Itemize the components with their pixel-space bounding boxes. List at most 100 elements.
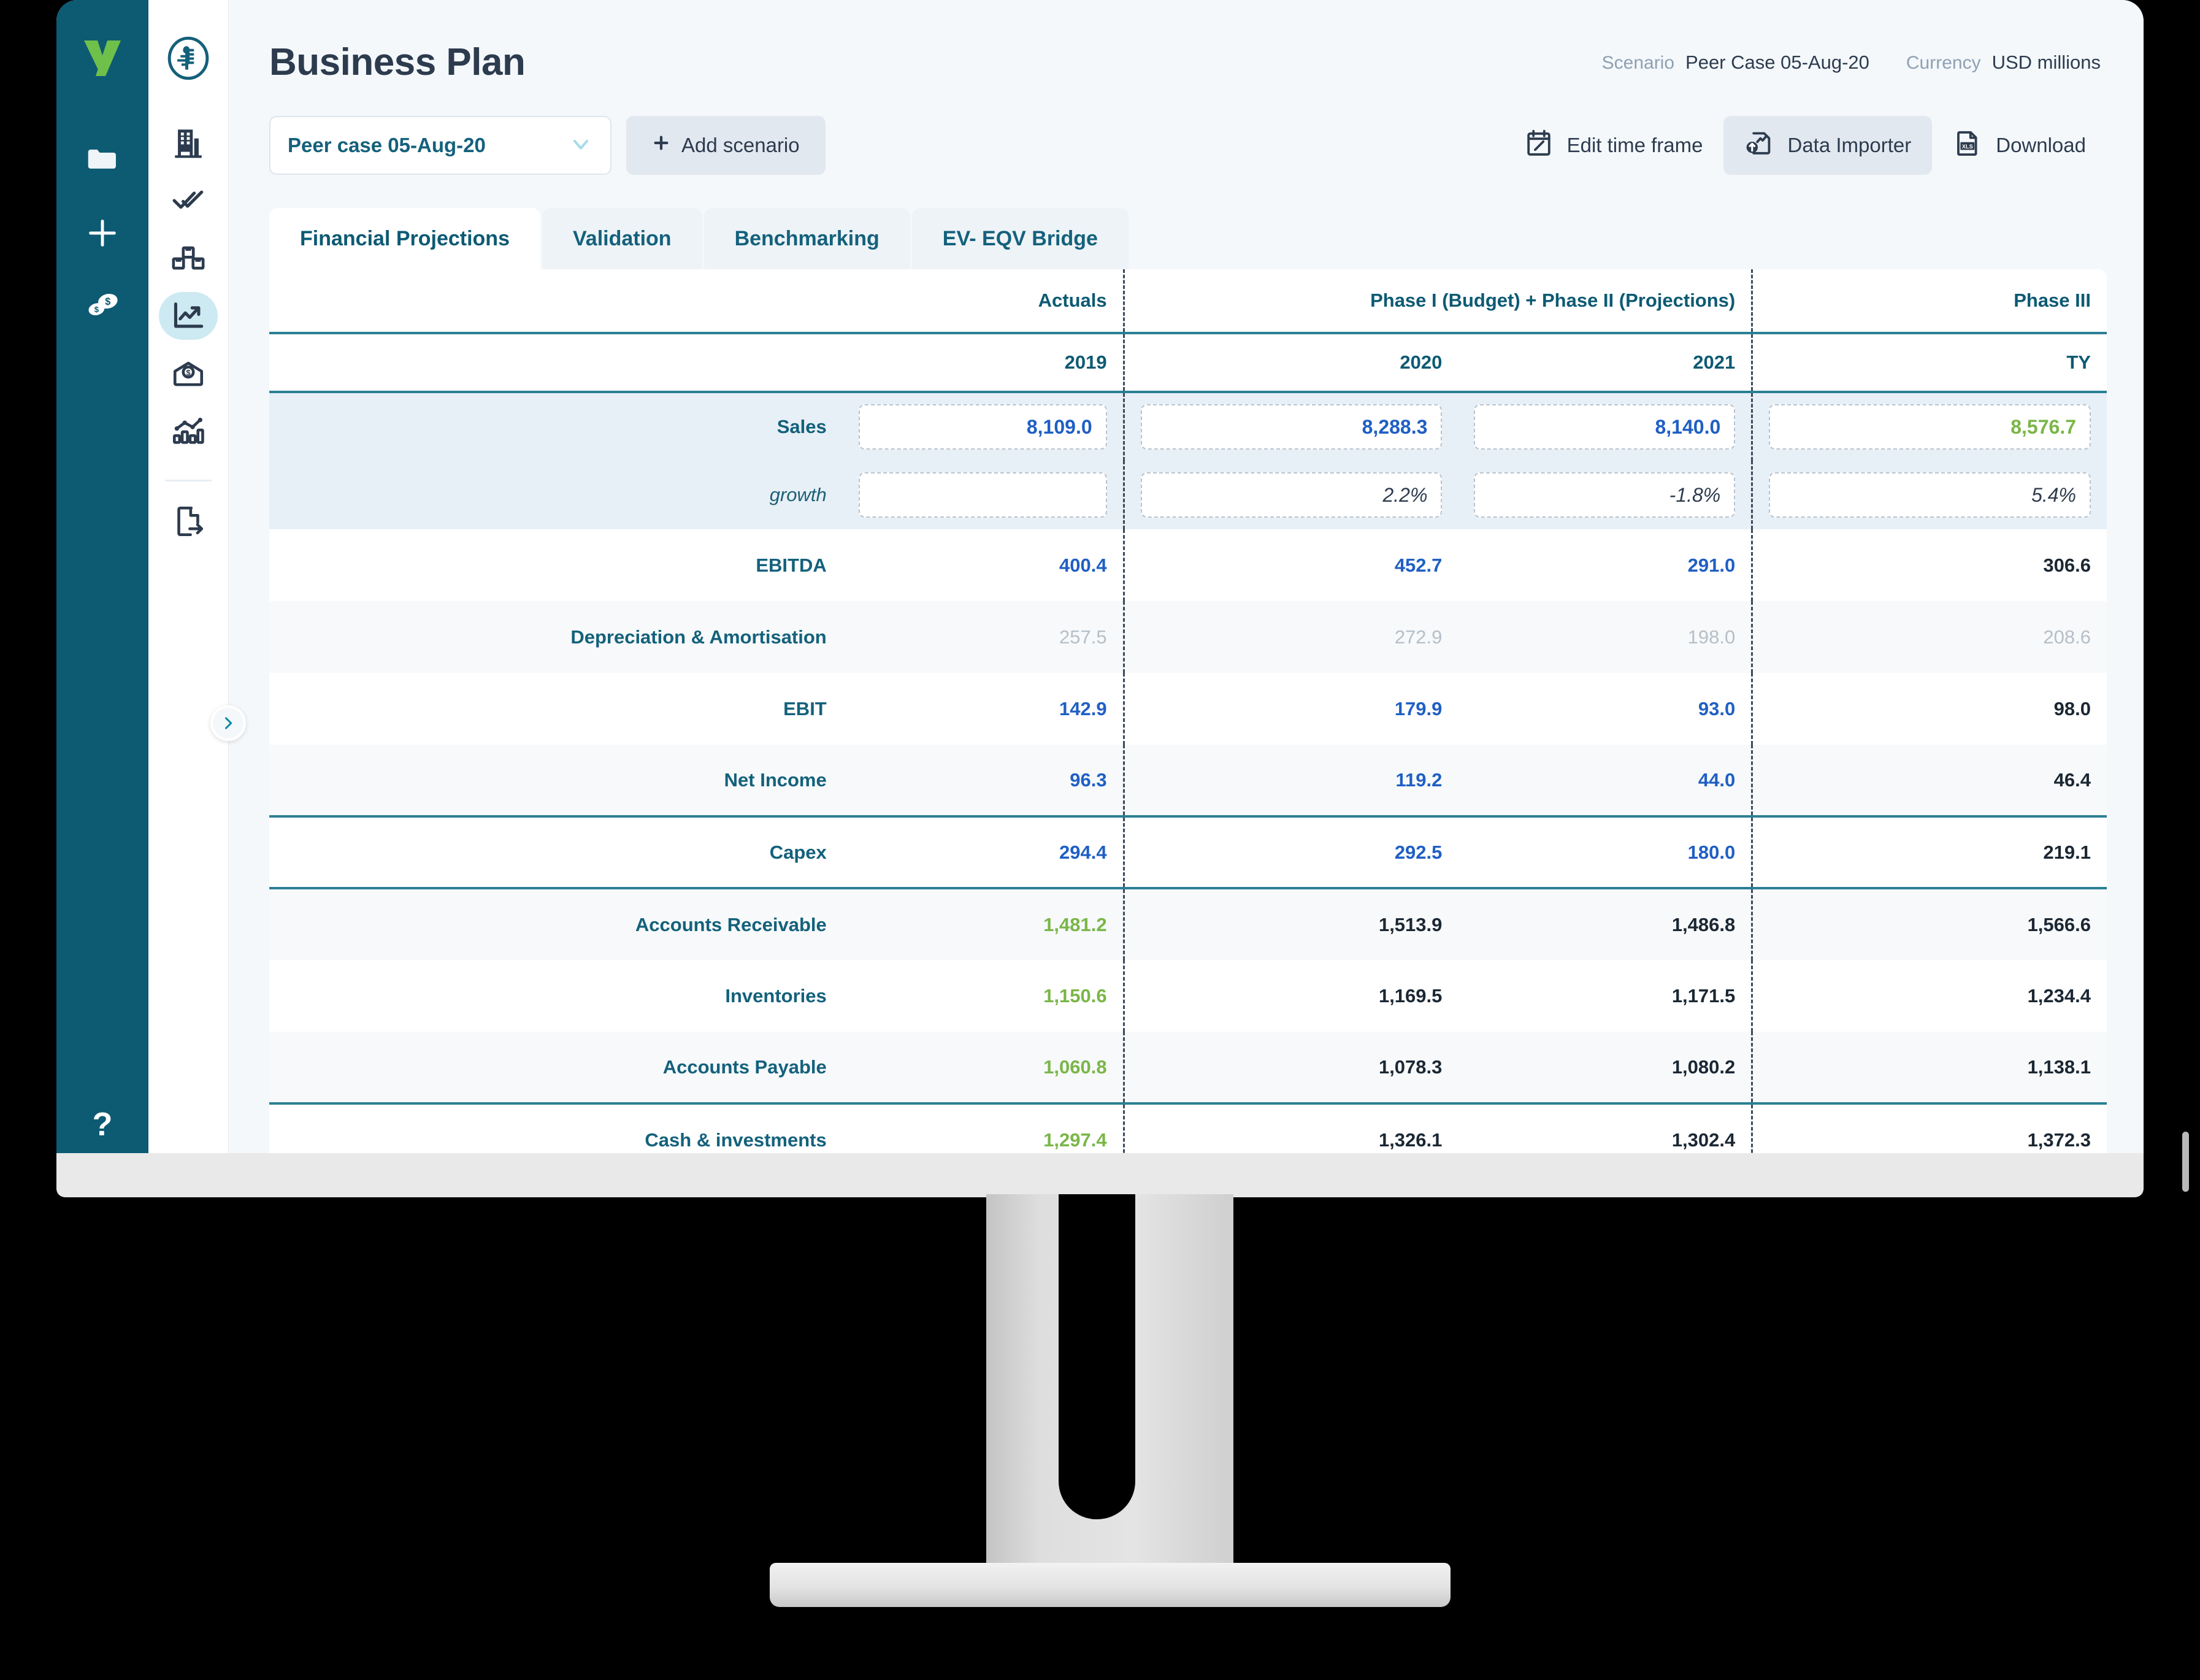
- table-row: Accounts Receivable 1,481.2 1,513.9 1,486.8…: [269, 887, 2107, 960]
- scenario-select[interactable]: Peer case 05-Aug-20: [269, 116, 611, 175]
- help-icon: ?: [92, 1106, 113, 1143]
- cell-input[interactable]: 8,109.0: [858, 404, 1107, 450]
- sidebar-item-building[interactable]: [159, 119, 218, 167]
- cell-input[interactable]: 2.2%: [1140, 472, 1443, 518]
- table-cell[interactable]: 5.4%: [1751, 461, 2107, 529]
- table-row: Net Income 96.3 119.2 44.0 46.4: [269, 745, 2107, 816]
- row-label: EBITDA: [756, 554, 827, 576]
- edit-time-frame-button[interactable]: Edit time frame: [1503, 116, 1724, 175]
- sidebar-item-financial-projections[interactable]: [159, 292, 218, 340]
- table-cell: 292.5: [1122, 815, 1458, 888]
- row-label: Capex: [269, 815, 843, 888]
- cell-value: 1,171.5: [1671, 984, 1736, 1007]
- table-row: Sales 8,109.0 8,288.3 8,140.0 8,576.7: [269, 392, 2107, 461]
- cell-value: 198.0: [1687, 626, 1736, 648]
- tab-financial-projections[interactable]: Financial Projections: [269, 208, 540, 269]
- add-scenario-button[interactable]: Add scenario: [626, 116, 826, 175]
- tab-ev-eqv-bridge[interactable]: EV- EQV Bridge: [911, 208, 1129, 269]
- table-cell[interactable]: 8,576.7: [1751, 392, 2107, 461]
- secondary-sidebar: $: [148, 0, 246, 1153]
- table-cell: 1,566.6: [1751, 887, 2107, 960]
- row-label: Cash & investments: [269, 1102, 843, 1153]
- table-cell: 98.0: [1751, 673, 2107, 745]
- double-check-icon: [172, 190, 204, 209]
- monitor-stand-base: [770, 1563, 1451, 1607]
- tab-bar: Financial Projections Validation Benchma…: [269, 208, 2107, 269]
- edit-time-frame-label: Edit time frame: [1566, 134, 1703, 156]
- sidebar-item-cash[interactable]: $: [159, 350, 218, 397]
- cell-input[interactable]: 8,140.0: [1474, 404, 1736, 450]
- sidebar-item-validation[interactable]: [159, 177, 218, 224]
- cell-value: 1,080.2: [1671, 1056, 1736, 1078]
- table-cell[interactable]: 2.2%: [1122, 461, 1458, 529]
- table-cell: 306.6: [1751, 529, 2107, 601]
- sidebar-item-benchmarking[interactable]: [159, 407, 218, 455]
- table-cell: 1,234.4: [1751, 960, 2107, 1032]
- chevron-right-icon: [224, 717, 232, 729]
- cell-value: 1,297.4: [1043, 1129, 1107, 1151]
- table-cell: 142.9: [843, 673, 1124, 745]
- cell-value: 1,372.3: [2027, 1129, 2091, 1151]
- logo-v[interactable]: [71, 26, 134, 90]
- export-document-icon: [177, 506, 204, 537]
- table-cell[interactable]: 8,140.0: [1458, 392, 1752, 461]
- table-cell: 180.0: [1458, 815, 1752, 888]
- cell-input[interactable]: 8,576.7: [1769, 404, 2091, 450]
- table-cell: 1,138.1: [1751, 1032, 2107, 1103]
- cell-input[interactable]: [858, 472, 1107, 518]
- cell-value: 219.1: [2043, 841, 2091, 863]
- table-cell: 1,513.9: [1122, 887, 1458, 960]
- cell-input[interactable]: 5.4%: [1769, 472, 2091, 518]
- cell-value: 1,150.6: [1043, 984, 1107, 1007]
- cell-value: 291.0: [1687, 554, 1736, 576]
- table-cell: 93.0: [1458, 673, 1752, 745]
- financial-table-container: Actuals Phase I (Budget) + Phase II (Pro…: [269, 269, 2107, 1153]
- table-cell: 1,169.5: [1122, 960, 1458, 1032]
- row-label: Depreciation & Amortisation: [269, 601, 843, 673]
- cell-value: 46.4: [2053, 769, 2091, 791]
- table-cell: 1,060.8: [842, 1032, 1124, 1103]
- tab-validation[interactable]: Validation: [542, 208, 702, 269]
- folder-icon[interactable]: [73, 131, 132, 190]
- sidebar-divider: [165, 480, 212, 481]
- building-icon: [175, 129, 202, 158]
- table-row: Accounts Payable 1,060.8 1,078.3 1,080.2 1,1…: [269, 1032, 2107, 1103]
- coins-icon[interactable]: $ $: [73, 276, 132, 335]
- sidebar-expand-toggle[interactable]: [210, 705, 246, 741]
- cell-value: 400.4: [1059, 554, 1107, 576]
- monitor-stand-slot: [1059, 1194, 1135, 1519]
- sidebar-item-boxes[interactable]: [159, 234, 218, 282]
- table-cell[interactable]: -1.8%: [1458, 461, 1752, 529]
- cell-value: 1,060.8: [1043, 1056, 1107, 1078]
- circle-badge-logo[interactable]: [162, 32, 215, 85]
- tab-label: Financial Projections: [300, 226, 510, 250]
- data-importer-button[interactable]: Data Importer: [1723, 116, 1933, 175]
- chevron-down-icon: [569, 132, 593, 159]
- table-cell: 272.9: [1122, 601, 1458, 673]
- download-button[interactable]: XLS Download: [1932, 116, 2107, 175]
- table-row: growth 2.2% -1.8% 5.4%: [269, 461, 2107, 529]
- table-cell: 1,486.8: [1458, 887, 1752, 960]
- application-window: $ $ ? $ Business Plan Scenario Peer Case…: [56, 0, 2144, 1153]
- cell-value: 44.0: [1698, 769, 1736, 791]
- cell-value: 1,302.4: [1671, 1129, 1736, 1151]
- table-cell[interactable]: [842, 461, 1124, 529]
- table-cell[interactable]: 8,109.0: [842, 392, 1124, 461]
- row-label: Net Income: [269, 745, 843, 816]
- monitor-scroll-nub: [2182, 1132, 2189, 1192]
- help-button[interactable]: ?: [56, 1105, 148, 1143]
- cell-value: 93.0: [1698, 697, 1736, 719]
- tab-benchmarking[interactable]: Benchmarking: [703, 208, 910, 269]
- cell-input[interactable]: -1.8%: [1474, 472, 1736, 518]
- table-cell[interactable]: 8,288.3: [1122, 392, 1458, 461]
- plus-icon[interactable]: [73, 204, 132, 263]
- cell-value: 294.4: [1059, 841, 1107, 863]
- table-cell: 291.0: [1458, 529, 1752, 601]
- currency-value: USD millions: [1991, 51, 2101, 73]
- cell-value: 179.9: [1394, 697, 1443, 719]
- table-cell: 1,326.1: [1122, 1102, 1458, 1153]
- cell-input[interactable]: 8,288.3: [1140, 404, 1443, 450]
- table-cell: 257.5: [842, 601, 1124, 673]
- sidebar-item-export[interactable]: [159, 497, 218, 545]
- table-cell: 46.4: [1751, 745, 2107, 816]
